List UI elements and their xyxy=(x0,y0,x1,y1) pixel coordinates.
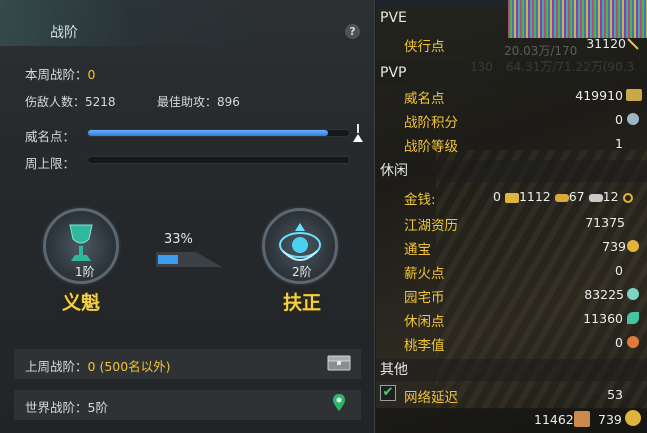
leisure-header: 休闲 xyxy=(376,160,647,182)
rank-level-label: 战阶等级 xyxy=(404,139,458,155)
chest-icon[interactable] xyxy=(327,355,351,371)
best-assist-row: 最佳助攻：896 xyxy=(157,93,240,110)
peach-icon xyxy=(627,336,639,348)
sword-icon xyxy=(627,38,639,50)
location-pin-icon[interactable] xyxy=(332,393,346,413)
rank-panel: 战阶 ? 本周战阶：0 伤敌人数：5218 最佳助攻：896 威名点： 周上限：… xyxy=(0,0,375,433)
copper-ingot-icon xyxy=(588,193,603,202)
firewood-label: 薪火点 xyxy=(404,266,445,282)
currency-tooltip: 20.03万/170 130 64.31万/71.22万(90.3 PVE 侠行… xyxy=(376,0,647,433)
silver-ingot-icon xyxy=(554,193,569,202)
leisure-points-value: 11360 xyxy=(583,311,623,326)
prestige-bar-fill xyxy=(88,130,329,136)
gold-ingot-icon xyxy=(504,192,519,203)
best-assist-label: 最佳助攻： xyxy=(157,95,218,109)
chivalry-value: 31120 xyxy=(586,36,626,51)
money-copper: 12 xyxy=(602,189,619,204)
best-assist-value: 896 xyxy=(217,95,240,109)
world-rank-text: 世界战阶：5阶 xyxy=(25,397,108,416)
panel-title: 战阶 xyxy=(50,25,78,41)
garden-label: 园宅币 xyxy=(404,290,445,306)
last-week-text: 上周战阶：0 (500名以外) xyxy=(25,356,171,375)
kills-row: 伤敌人数：5218 xyxy=(25,93,116,110)
bar-marker-icon xyxy=(353,124,363,142)
money-gold: 1112 xyxy=(518,189,551,204)
leaf-icon xyxy=(627,312,639,324)
tongbao-coin-icon xyxy=(627,240,639,252)
world-rank-value: 5阶 xyxy=(87,400,108,415)
medal-right-name: 扶正 xyxy=(283,292,322,314)
chivalry-label: 侠行点 xyxy=(404,39,445,55)
weekly-cap-label: 周上限： xyxy=(25,156,76,171)
rank-points-value: 0 xyxy=(615,112,623,127)
leisure-points-label: 休闲点 xyxy=(404,314,445,330)
garden-coin-icon xyxy=(627,288,639,300)
kills-value: 5218 xyxy=(85,95,116,109)
weekly-rank-value: 0 xyxy=(87,67,96,82)
money-silver: 67 xyxy=(568,189,585,204)
latency-value: 53 xyxy=(607,387,623,402)
jianghu-value: 71375 xyxy=(585,215,625,230)
coin-icon xyxy=(622,192,633,203)
tongbao-value: 739 xyxy=(602,239,626,254)
help-icon[interactable]: ? xyxy=(345,24,360,39)
rank-points-icon xyxy=(627,113,639,125)
footer-right-value: 739 xyxy=(598,412,622,427)
weekly-rank-label: 本周战阶： xyxy=(25,67,88,82)
other-header: 其他 xyxy=(376,359,647,381)
footer-left-value: 11462 xyxy=(534,412,574,427)
medal-right-tier: 2阶 xyxy=(292,265,312,279)
bg-text-1: 20.03万/170 xyxy=(504,44,578,58)
prestige-bar xyxy=(87,129,350,137)
taoli-value: 0 xyxy=(615,335,623,350)
tongbao-label: 通宝 xyxy=(404,242,431,258)
prestige-label: 威名点： xyxy=(25,129,76,144)
prestige-icon xyxy=(626,89,642,101)
money-zero: 0 xyxy=(493,189,501,204)
pve-header: PVE xyxy=(380,10,407,26)
prestige-value-right: 419910 xyxy=(575,88,623,103)
last-week-label: 上周战阶： xyxy=(25,359,88,374)
world-rank-label: 世界战阶： xyxy=(25,400,88,415)
taoli-label: 桃李值 xyxy=(404,338,445,354)
rank-points-label: 战阶积分 xyxy=(404,115,458,131)
garden-value: 83225 xyxy=(584,287,624,302)
medal-left-tier: 1阶 xyxy=(75,265,95,279)
kills-label: 伤敌人数： xyxy=(25,95,86,109)
medal-left-name: 义魁 xyxy=(62,292,101,314)
latency-label: 网络延迟 xyxy=(404,390,458,406)
jianghu-label: 江湖资历 xyxy=(404,218,458,234)
color-stripes xyxy=(508,0,647,38)
pvp-header: PVP xyxy=(376,62,647,84)
prestige-label-right: 威名点 xyxy=(404,91,445,107)
character-icon xyxy=(574,411,590,427)
latency-checkbox[interactable]: ✔ xyxy=(380,385,396,401)
footer-coin-icon xyxy=(625,410,641,426)
money-label: 金钱: xyxy=(404,192,436,208)
last-week-value: 0 (500名以外) xyxy=(87,359,171,374)
weekly-cap-bar xyxy=(87,156,350,164)
progress-percent: 33% xyxy=(164,232,193,247)
progress-arrow xyxy=(156,252,222,267)
rank-level-value: 1 xyxy=(615,136,623,151)
weekly-rank-row: 本周战阶：0 xyxy=(25,64,95,83)
firewood-value: 0 xyxy=(615,263,623,278)
money-row: 0 1112 67 12 xyxy=(493,189,633,204)
